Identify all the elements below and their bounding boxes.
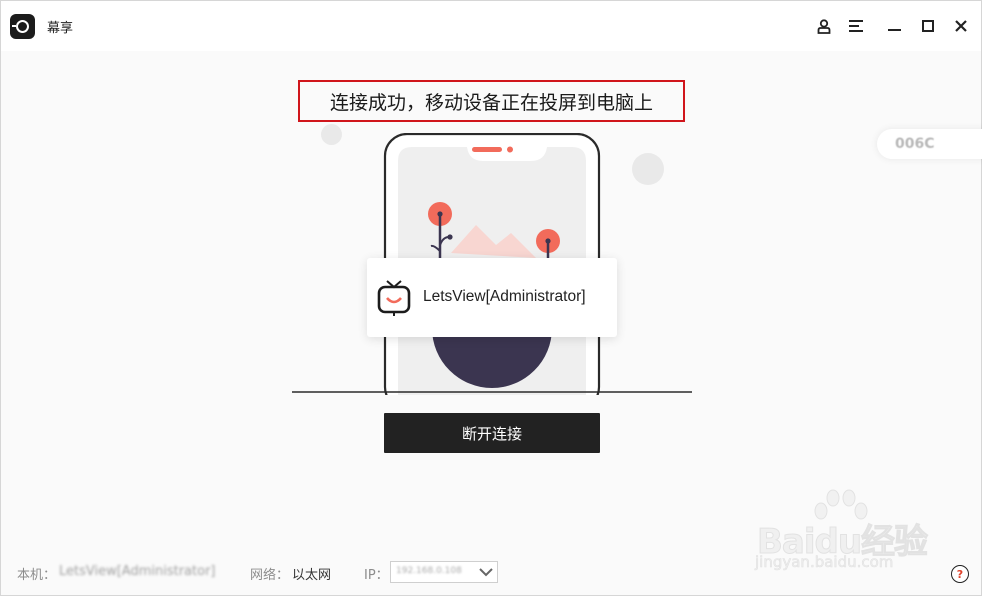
host-value: LetsView[Administrator] [59, 564, 216, 579]
close-icon[interactable] [950, 15, 972, 37]
side-code-badge[interactable]: 006C [877, 129, 982, 159]
network-value: 以太网 [292, 568, 332, 583]
menu-icon[interactable] [845, 15, 867, 37]
connected-device-card[interactable]: LetsView[Administrator] [367, 258, 617, 337]
disconnect-button[interactable]: 断开连接 [384, 413, 600, 453]
help-glyph: ? [956, 567, 964, 581]
headline-highlight-box: 连接成功，移动设备正在投屏到电脑上 [298, 80, 685, 122]
app-title: 幕享 [47, 21, 74, 36]
app-logo-icon [10, 14, 35, 39]
app-window: 幕享 连接成功，移动设备正在投屏到电脑上 006C LetsView[Admin… [0, 0, 982, 596]
minimize-icon[interactable] [883, 15, 905, 37]
chevron-down-icon [479, 568, 493, 577]
network-label: 网络： [250, 568, 290, 583]
ip-select-value: 192.168.0.108 [396, 566, 462, 576]
host-label: 本机： [17, 568, 57, 583]
ip-select[interactable]: 192.168.0.108 [390, 561, 498, 583]
ip-label: IP： [364, 568, 389, 583]
tv-icon [377, 280, 411, 316]
status-bar: 本机： LetsView[Administrator] 网络： 以太网 IP： … [1, 556, 981, 592]
title-bar[interactable]: 幕享 [1, 1, 981, 51]
user-icon[interactable] [813, 15, 835, 37]
help-icon[interactable]: ? [951, 565, 969, 583]
connection-status-headline: 连接成功，移动设备正在投屏到电脑上 [329, 91, 653, 114]
device-name-label: LetsView[Administrator] [423, 288, 586, 305]
side-badge-label: 006C [895, 136, 935, 152]
maximize-icon[interactable] [917, 15, 939, 37]
